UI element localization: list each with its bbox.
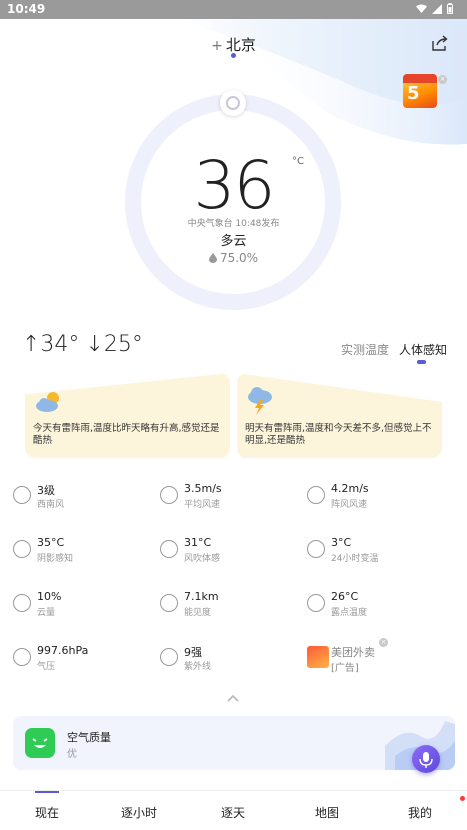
temperature-unit: °C [292, 156, 304, 167]
droplet-icon [208, 253, 217, 263]
nav-tab-map[interactable]: 地图 [297, 804, 357, 821]
nav-tab-hourly[interactable]: 逐小时 [109, 804, 169, 821]
humidity-value: 75.0% [219, 251, 259, 265]
shade-icon [13, 540, 31, 558]
compass-icon [13, 486, 31, 504]
today-forecast-text: 今天有雷阵雨,温度比昨天略有升高,感觉还是酷热 [33, 423, 220, 446]
tomorrow-forecast-text: 明天有雷阵雨,温度和今天差不多,但感觉上不明显,还是酷热 [245, 423, 432, 446]
notification-dot [460, 796, 465, 801]
microphone-icon [419, 752, 433, 768]
detail-label: 气压 [37, 662, 56, 672]
status-bar: 10:49 [0, 0, 467, 19]
city-name[interactable]: 北京 [226, 36, 256, 54]
ad-tag: [广告] [331, 663, 359, 674]
page-indicator-dot [231, 53, 236, 58]
detail-pressure: 997.6hPa 气压 [13, 644, 153, 678]
detail-value: 31°C [184, 536, 212, 549]
high-temp: ↑34° [22, 332, 80, 357]
humidity: 75.0% [0, 251, 467, 265]
detail-cloud-cover: 10% 云量 [13, 590, 153, 624]
wind-icon [160, 486, 178, 504]
detail-label: 阴影感知 [37, 554, 74, 564]
publish-info: 中央气象台 10:48发布 [187, 219, 280, 229]
detail-label: 西南风 [37, 500, 65, 510]
tab-measured-temp[interactable]: 实测温度 [341, 341, 389, 358]
detail-wind-level: 3级 西南风 [13, 482, 153, 516]
detail-shade-temp: 35°C 阴影感知 [13, 536, 153, 570]
detail-value: 9强 [184, 646, 202, 659]
thermometer-icon [307, 540, 325, 558]
detail-visibility: 7.1km 能见度 [160, 590, 300, 624]
detail-avg-wind: 3.5m/s 平均风速 [160, 482, 300, 516]
ad-thumbnail[interactable] [307, 646, 329, 668]
gust-icon [307, 486, 325, 504]
ad-close-icon[interactable]: × [438, 75, 447, 84]
signal-icon [432, 3, 442, 14]
ad-close-icon[interactable]: × [379, 638, 388, 647]
aqi-face-icon [25, 728, 55, 758]
bottom-nav: 现在 逐小时 逐天 地图 我的 [0, 790, 467, 830]
weather-condition: 多云 [220, 234, 247, 249]
detail-label: 云量 [37, 608, 56, 618]
add-city-icon[interactable]: + [211, 38, 223, 54]
thunderstorm-icon [248, 387, 272, 415]
air-quality-card[interactable]: 空气质量 优 [13, 716, 455, 770]
detail-label: 露点温度 [331, 608, 368, 618]
detail-label: 平均风速 [184, 500, 221, 510]
promo-ad-banner-strip [403, 74, 437, 83]
nav-tab-daily[interactable]: 逐天 [203, 804, 263, 821]
low-temp: ↓25° [85, 332, 143, 357]
ring-knob-icon [220, 90, 246, 116]
detail-value: 3.5m/s [184, 482, 222, 495]
detail-value: 26°C [331, 590, 359, 603]
detail-label: 风吹体感 [184, 554, 221, 564]
detail-value: 7.1km [184, 590, 219, 603]
status-icons [416, 3, 453, 14]
detail-uv: 9强 紫外线 [160, 644, 300, 678]
wifi-icon [416, 4, 427, 13]
cloud-icon [13, 594, 31, 612]
detail-gust-wind: 4.2m/s 阵风风速 [307, 482, 447, 516]
detail-value: 3°C [331, 536, 352, 549]
detail-value: 4.2m/s [331, 482, 369, 495]
status-time: 10:49 [7, 2, 46, 16]
battery-icon [447, 3, 453, 14]
share-icon[interactable] [430, 34, 450, 54]
detail-value: 3级 [37, 484, 55, 497]
current-temperature: 36 [193, 147, 276, 224]
dew-icon [307, 594, 325, 612]
city-selector[interactable]: + 北京 [0, 34, 467, 55]
temp-range: ↑34° ↓25° [22, 332, 149, 357]
chevron-up-icon[interactable] [226, 693, 240, 703]
sun-icon [160, 648, 178, 666]
person-wind-icon [160, 540, 178, 558]
aqi-value: 优 [67, 749, 77, 760]
nav-tab-now[interactable]: 现在 [17, 804, 77, 821]
detail-24h-change: 3°C 24小时变温 [307, 536, 447, 570]
detail-label: 紫外线 [184, 662, 212, 672]
detail-ad-meituan[interactable]: 美团外卖 [广告] × [307, 638, 447, 678]
promo-ad-graphic: 5 [407, 83, 420, 104]
detail-value: 10% [37, 590, 62, 603]
nav-tab-mine[interactable]: 我的 [390, 804, 450, 821]
gauge-icon [13, 648, 31, 666]
detail-label: 24小时变温 [331, 554, 379, 564]
promo-ad-badge[interactable]: 5 [403, 74, 437, 108]
tab-feels-like[interactable]: 人体感知 [399, 341, 447, 364]
detail-value: 997.6hPa [37, 644, 89, 657]
detail-label: 阵风风速 [331, 500, 368, 510]
detail-dew-point: 26°C 露点温度 [307, 590, 447, 624]
nav-active-indicator [35, 791, 59, 793]
temp-mode-toggle: 实测温度 人体感知 [341, 341, 447, 364]
ad-title[interactable]: 美团外卖 [331, 644, 375, 660]
detail-wind-chill: 31°C 风吹体感 [160, 536, 300, 570]
detail-value: 35°C [37, 536, 65, 549]
eye-icon [160, 594, 178, 612]
voice-assistant-button[interactable] [412, 745, 440, 773]
partly-cloudy-icon [36, 392, 59, 412]
detail-label: 能见度 [184, 608, 212, 618]
aqi-title: 空气质量 [67, 731, 111, 744]
